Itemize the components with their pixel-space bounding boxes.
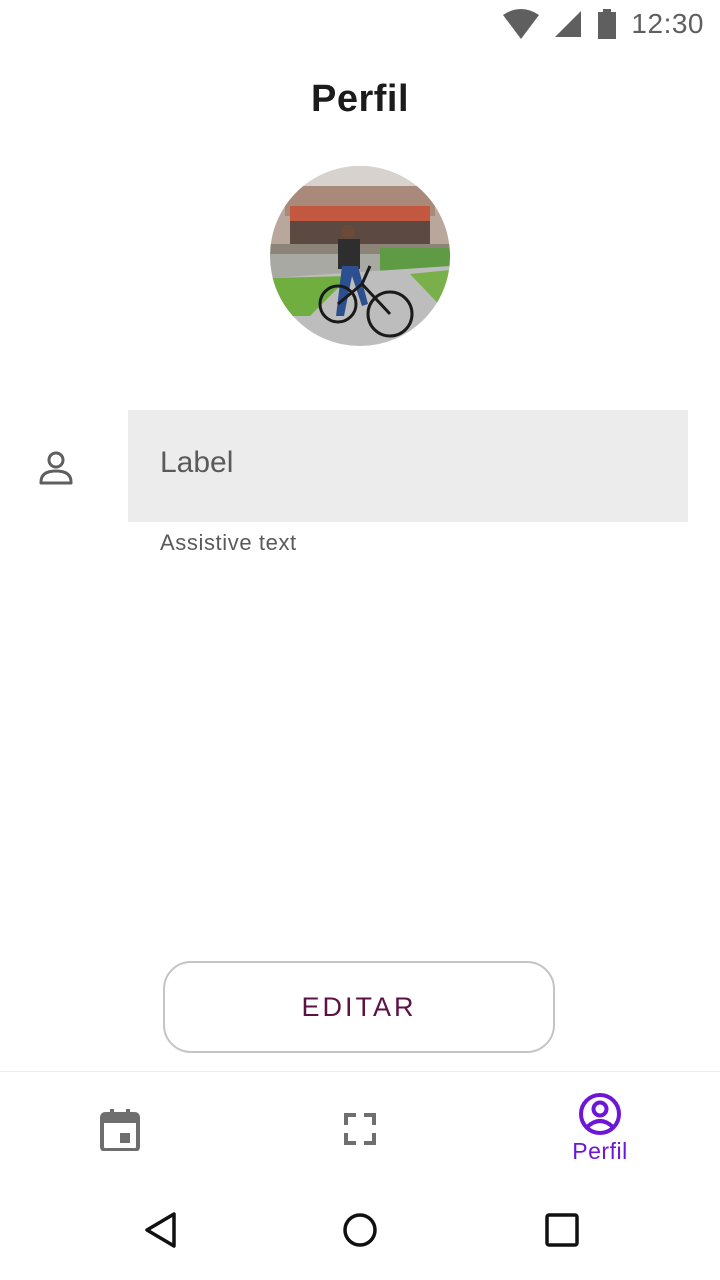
name-text-field[interactable]: Label — [128, 410, 688, 522]
status-icons: 12:30 — [503, 8, 704, 40]
profile-photo — [270, 166, 450, 346]
status-time: 12:30 — [631, 8, 704, 39]
back-icon[interactable] — [143, 1210, 177, 1250]
text-field-label: Label — [160, 446, 234, 479]
assistive-text: Assistive text — [160, 530, 297, 555]
nav-item-scan[interactable] — [240, 1072, 480, 1190]
person-icon — [39, 451, 73, 485]
nav-item-calendar[interactable] — [0, 1072, 240, 1190]
system-navigation-bar — [0, 1190, 720, 1280]
recents-icon[interactable] — [544, 1210, 580, 1250]
avatar[interactable] — [270, 166, 450, 346]
status-bar: 12:30 — [0, 0, 720, 48]
nav-item-profile[interactable]: Perfil — [480, 1072, 720, 1190]
nav-label-profile: Perfil — [572, 1138, 628, 1164]
battery-icon — [598, 9, 617, 39]
calendar-icon — [100, 1109, 140, 1151]
account-circle-icon — [579, 1093, 621, 1135]
wifi-icon — [503, 9, 540, 39]
bottom-navigation: Perfil — [0, 1071, 720, 1190]
page-title: Perfil — [310, 78, 410, 120]
cellular-signal-icon — [555, 11, 582, 37]
home-icon[interactable] — [342, 1210, 378, 1250]
edit-button[interactable]: EDITAR — [163, 961, 555, 1053]
scan-frame-icon — [344, 1113, 376, 1145]
